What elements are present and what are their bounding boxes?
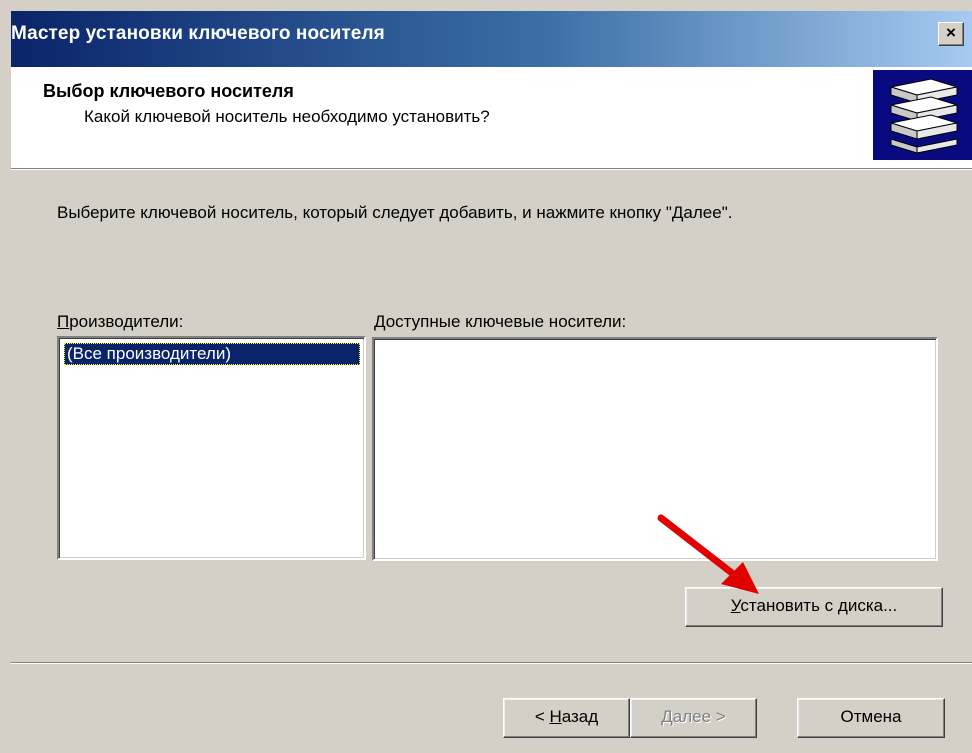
storage-stack-icon — [873, 70, 972, 160]
header-divider — [11, 169, 972, 170]
window-title: Мастер установки ключевого носителя — [11, 23, 385, 44]
wizard-window: Мастер установки ключевого носителя × Вы… — [0, 0, 972, 753]
cancel-button[interactable]: Отмена — [797, 698, 945, 738]
close-icon: × — [946, 23, 956, 42]
next-button[interactable]: Далее > — [630, 698, 757, 738]
page-subtitle: Какой ключевой носитель необходимо устан… — [84, 107, 490, 126]
title-bar[interactable]: Мастер установки ключевого носителя × — [11, 11, 972, 67]
manufacturers-label: Производители: — [57, 312, 184, 331]
available-media-label: Доступные ключевые носители: — [374, 312, 627, 331]
manufacturers-list[interactable]: (Все производители) — [57, 336, 366, 560]
annotation-arrow-icon — [657, 514, 759, 594]
wizard-header: Выбор ключевого носителя Какой ключевой … — [11, 67, 972, 169]
instruction-text: Выберите ключевой носитель, который след… — [57, 203, 733, 222]
list-item[interactable]: (Все производители) — [64, 343, 360, 365]
page-title: Выбор ключевого носителя — [43, 81, 294, 101]
back-button[interactable]: < Назад — [503, 698, 630, 738]
close-button[interactable]: × — [938, 22, 964, 46]
